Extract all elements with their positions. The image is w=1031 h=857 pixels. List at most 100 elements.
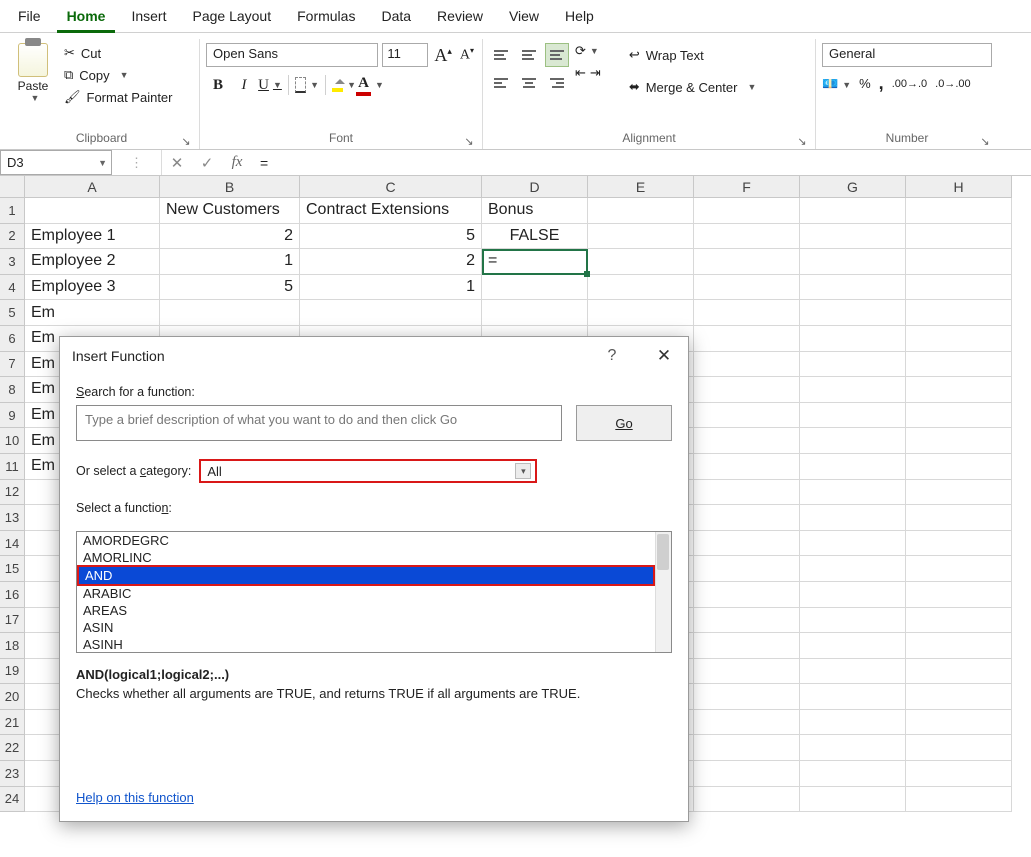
font-name-select[interactable]: Open Sans xyxy=(206,43,378,67)
row-header[interactable]: 2 xyxy=(0,224,25,250)
menu-formulas[interactable]: Formulas xyxy=(287,6,365,30)
row-header[interactable]: 15 xyxy=(0,556,25,582)
function-item[interactable]: AMORLINC xyxy=(77,549,655,566)
row-header[interactable]: 1 xyxy=(0,198,25,224)
cell-D5[interactable] xyxy=(482,300,588,326)
cell-F10[interactable] xyxy=(694,428,800,454)
cell-A5[interactable]: Em xyxy=(25,300,160,326)
cell-F13[interactable] xyxy=(694,505,800,531)
cell-G23[interactable] xyxy=(800,761,906,787)
cell-B1[interactable]: New Customers xyxy=(160,198,300,224)
italic-button[interactable]: I xyxy=(232,73,256,97)
cell-B4[interactable]: 5 xyxy=(160,275,300,301)
select-all-corner[interactable] xyxy=(0,176,25,198)
cell-F4[interactable] xyxy=(694,275,800,301)
cell-G13[interactable] xyxy=(800,505,906,531)
row-header[interactable]: 20 xyxy=(0,684,25,710)
cell-D3[interactable]: = xyxy=(482,249,588,275)
cell-F12[interactable] xyxy=(694,480,800,506)
cell-G22[interactable] xyxy=(800,735,906,761)
cell-G8[interactable] xyxy=(800,377,906,403)
align-center-button[interactable] xyxy=(517,71,541,95)
function-item[interactable]: ARABIC xyxy=(77,585,655,602)
paste-dropdown[interactable]: ▼ xyxy=(31,93,40,103)
row-header[interactable]: 13 xyxy=(0,505,25,531)
scrollbar[interactable] xyxy=(655,532,671,652)
name-box[interactable]: D3 ▼ xyxy=(0,150,112,175)
cell-H13[interactable] xyxy=(906,505,1012,531)
cell-F6[interactable] xyxy=(694,326,800,352)
cell-H17[interactable] xyxy=(906,608,1012,634)
cell-F23[interactable] xyxy=(694,761,800,787)
cell-A4[interactable]: Employee 3 xyxy=(25,275,160,301)
function-item[interactable]: ASINH xyxy=(77,636,655,652)
cell-G11[interactable] xyxy=(800,454,906,480)
cell-C2[interactable]: 5 xyxy=(300,224,482,250)
grow-font-button[interactable]: A▴ xyxy=(432,45,454,66)
cell-C4[interactable]: 1 xyxy=(300,275,482,301)
col-header-F[interactable]: F xyxy=(694,176,800,198)
align-left-button[interactable] xyxy=(489,71,513,95)
cell-F14[interactable] xyxy=(694,531,800,557)
function-item[interactable]: AND xyxy=(77,565,655,586)
cell-G2[interactable] xyxy=(800,224,906,250)
function-item[interactable]: AMORDEGRC xyxy=(77,532,655,549)
cell-D2[interactable]: FALSE xyxy=(482,224,588,250)
cut-button[interactable]: ✂ Cut xyxy=(60,43,177,63)
cell-H18[interactable] xyxy=(906,633,1012,659)
copy-button[interactable]: ⧉ Copy ▼ xyxy=(60,65,177,85)
fill-color-button[interactable]: ▼ xyxy=(332,73,356,97)
col-header-A[interactable]: A xyxy=(25,176,160,198)
cancel-formula-button[interactable]: ✕ xyxy=(162,150,192,175)
cell-H22[interactable] xyxy=(906,735,1012,761)
decrease-indent-button[interactable]: ⇤ xyxy=(575,65,586,81)
row-header[interactable]: 11 xyxy=(0,454,25,480)
dialog-launcher-clipboard[interactable]: ↘ xyxy=(179,133,193,147)
help-link[interactable]: Help on this function xyxy=(76,790,194,805)
paste-button[interactable]: Paste xyxy=(18,79,49,93)
format-painter-button[interactable]: 🖌 Format Painter xyxy=(60,87,177,107)
row-header[interactable]: 4 xyxy=(0,275,25,301)
function-item[interactable]: ASIN xyxy=(77,619,655,636)
cell-H1[interactable] xyxy=(906,198,1012,224)
row-header[interactable]: 6 xyxy=(0,326,25,352)
row-header[interactable]: 18 xyxy=(0,633,25,659)
search-input[interactable]: Type a brief description of what you wan… xyxy=(76,405,562,441)
cell-G9[interactable] xyxy=(800,403,906,429)
align-bottom-button[interactable] xyxy=(545,43,569,67)
cell-F9[interactable] xyxy=(694,403,800,429)
cell-G21[interactable] xyxy=(800,710,906,736)
cell-E5[interactable] xyxy=(588,300,694,326)
col-header-C[interactable]: C xyxy=(300,176,482,198)
cell-H11[interactable] xyxy=(906,454,1012,480)
bold-button[interactable]: B xyxy=(206,73,230,97)
dialog-launcher-font[interactable]: ↘ xyxy=(462,133,476,147)
row-header[interactable]: 17 xyxy=(0,608,25,634)
underline-button[interactable]: U▼ xyxy=(258,73,282,97)
cell-H6[interactable] xyxy=(906,326,1012,352)
cell-H14[interactable] xyxy=(906,531,1012,557)
borders-button[interactable]: ▼ xyxy=(295,73,319,97)
go-button[interactable]: Go xyxy=(576,405,672,441)
cell-H4[interactable] xyxy=(906,275,1012,301)
cell-F16[interactable] xyxy=(694,582,800,608)
cell-F21[interactable] xyxy=(694,710,800,736)
cell-H23[interactable] xyxy=(906,761,1012,787)
cell-G24[interactable] xyxy=(800,787,906,813)
merge-center-button[interactable]: ⬌ Merge & Center ▼ xyxy=(625,75,761,99)
row-header[interactable]: 3 xyxy=(0,249,25,275)
cell-E1[interactable] xyxy=(588,198,694,224)
align-top-button[interactable] xyxy=(489,43,513,67)
cell-G3[interactable] xyxy=(800,249,906,275)
cell-G4[interactable] xyxy=(800,275,906,301)
cell-C3[interactable]: 2 xyxy=(300,249,482,275)
accept-formula-button[interactable]: ✓ xyxy=(192,150,222,175)
menu-data[interactable]: Data xyxy=(371,6,421,30)
increase-indent-button[interactable]: ⇥ xyxy=(590,65,601,81)
cell-B3[interactable]: 1 xyxy=(160,249,300,275)
cell-H8[interactable] xyxy=(906,377,1012,403)
cell-H15[interactable] xyxy=(906,556,1012,582)
insert-function-button[interactable]: fx xyxy=(222,150,252,175)
row-header[interactable]: 10 xyxy=(0,428,25,454)
cell-G14[interactable] xyxy=(800,531,906,557)
